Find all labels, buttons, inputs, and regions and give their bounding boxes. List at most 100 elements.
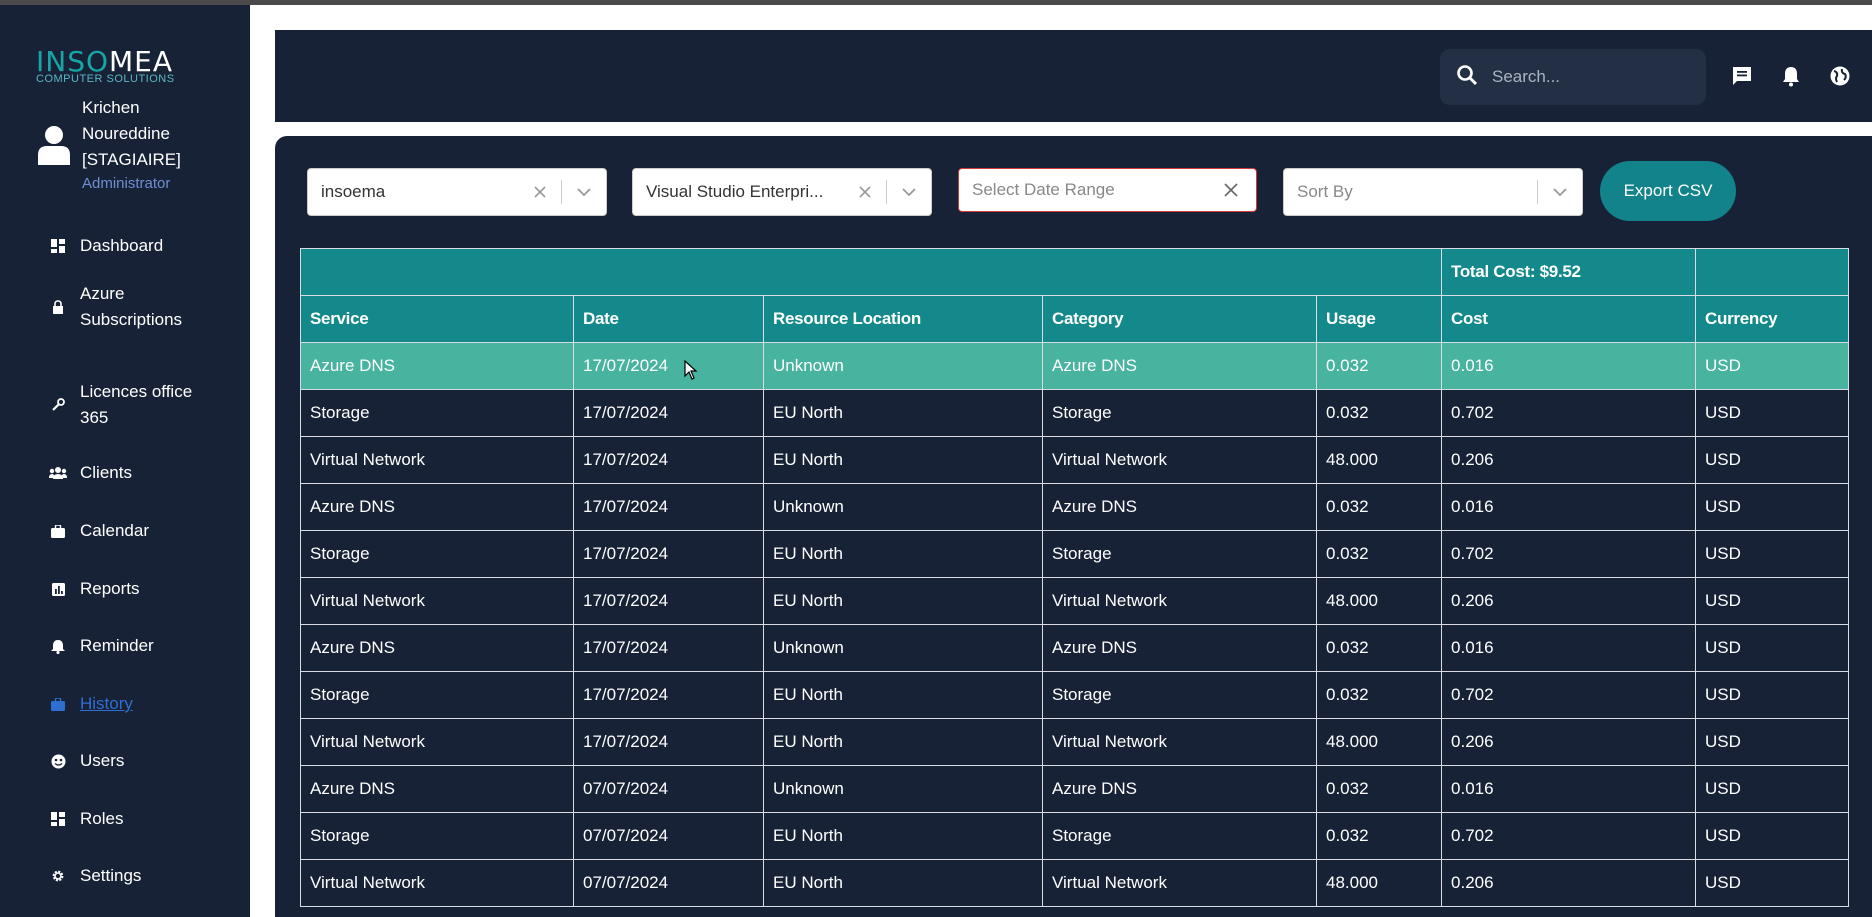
- chevron-down-icon[interactable]: [562, 187, 606, 197]
- cell-resource-location: EU North: [763, 530, 1043, 578]
- table-row[interactable]: Storage 07/07/2024 EU North Storage 0.032 0.7…: [300, 812, 1850, 860]
- sidebar-item-history[interactable]: History: [48, 691, 248, 717]
- export-csv-button[interactable]: Export CSV: [1600, 161, 1736, 221]
- column-header-usage[interactable]: Usage: [1315, 295, 1443, 343]
- sidebar-item-calendar[interactable]: Calendar: [48, 518, 248, 544]
- cell-cost: 0.016: [1441, 483, 1697, 531]
- clear-icon[interactable]: [529, 186, 551, 198]
- sidebar-item-reminder[interactable]: Reminder: [48, 633, 248, 659]
- sidebar-item-label: Licences office 365: [80, 382, 193, 427]
- sidebar-item-reports[interactable]: Reports: [48, 576, 248, 602]
- cell-cost: 0.016: [1441, 624, 1697, 672]
- sidebar-item-label: Azure Subscriptions: [80, 284, 183, 329]
- column-header-cost[interactable]: Cost: [1441, 295, 1697, 343]
- table-row[interactable]: Virtual Network 17/07/2024 EU North Virtual…: [300, 436, 1850, 484]
- cell-resource-location: EU North: [763, 436, 1043, 484]
- clear-icon[interactable]: [854, 186, 876, 198]
- sidebar: INSOMEA COMPUTER SOLUTIONS Krichen Noure…: [0, 5, 250, 917]
- cell-currency: USD: [1695, 765, 1850, 813]
- table-row[interactable]: Storage 17/07/2024 EU North Storage 0.032 0.7…: [300, 389, 1850, 437]
- search-box[interactable]: [1440, 49, 1706, 105]
- user-name: Krichen Noureddine [STAGIAIRE]: [82, 98, 181, 169]
- notification-bell-icon[interactable]: [1781, 65, 1801, 92]
- cell-category: Azure DNS: [1042, 342, 1317, 390]
- cell-date: 17/07/2024: [573, 718, 764, 766]
- cell-service: Virtual Network: [300, 577, 574, 625]
- table-row[interactable]: Virtual Network 07/07/2024 EU North Virtual…: [300, 859, 1850, 907]
- cell-date: 17/07/2024: [573, 624, 764, 672]
- chevron-down-icon[interactable]: [1538, 187, 1582, 197]
- chevron-down-icon[interactable]: [887, 187, 931, 197]
- cell-cost: 0.206: [1441, 859, 1697, 907]
- user-role: Administrator: [82, 175, 171, 192]
- cell-usage: 0.032: [1315, 530, 1443, 578]
- cell-usage: 0.032: [1315, 812, 1443, 860]
- cell-resource-location: Unknown: [763, 483, 1043, 531]
- wrench-icon: [48, 398, 68, 412]
- chat-icon[interactable]: [1731, 65, 1753, 92]
- sidebar-item-dashboard[interactable]: Dashboard: [48, 233, 248, 259]
- total-cost-spacer: [299, 248, 1443, 296]
- table-row[interactable]: Storage 17/07/2024 EU North Storage 0.032 0.7…: [300, 671, 1850, 719]
- cell-category: Azure DNS: [1042, 483, 1317, 531]
- sidebar-item-settings[interactable]: Settings: [48, 863, 248, 889]
- sidebar-item-clients[interactable]: Clients: [48, 460, 248, 486]
- cell-usage: 0.032: [1315, 765, 1443, 813]
- date-range-picker[interactable]: Select Date Range: [958, 168, 1257, 212]
- table-row[interactable]: Storage 17/07/2024 EU North Storage 0.032 0.7…: [300, 530, 1850, 578]
- sidebar-item-licences-office-365[interactable]: Licences office 365: [48, 379, 248, 431]
- table-row[interactable]: Azure DNS 17/07/2024 Unknown Azure DNS 0.032…: [300, 624, 1850, 672]
- column-header-category[interactable]: Category: [1042, 295, 1317, 343]
- table-row[interactable]: Virtual Network 17/07/2024 EU North Virtual…: [300, 718, 1850, 766]
- brand-logo[interactable]: INSOMEA COMPUTER SOLUTIONS: [36, 47, 216, 86]
- table-row[interactable]: Azure DNS 07/07/2024 Unknown Azure DNS 0.032…: [300, 765, 1850, 813]
- cell-service: Storage: [300, 530, 574, 578]
- sidebar-item-label: Users: [80, 751, 125, 770]
- total-cost-label: Total Cost: $9.52: [1441, 248, 1697, 296]
- cell-usage: 48.000: [1315, 436, 1443, 484]
- subscription-select[interactable]: Visual Studio Enterpri...: [632, 168, 932, 216]
- client-select[interactable]: insoema: [307, 168, 607, 216]
- search-input[interactable]: [1492, 67, 1682, 87]
- cell-date: 17/07/2024: [573, 577, 764, 625]
- cell-service: Virtual Network: [300, 859, 574, 907]
- sidebar-item-azure-subscriptions[interactable]: Azure Subscriptions: [48, 281, 248, 333]
- cell-currency: USD: [1695, 436, 1850, 484]
- clear-date-icon[interactable]: [1220, 183, 1242, 197]
- column-header-date[interactable]: Date: [573, 295, 764, 343]
- cell-cost: 0.206: [1441, 577, 1697, 625]
- table-row[interactable]: Azure DNS 17/07/2024 Unknown Azure DNS 0.032…: [300, 483, 1850, 531]
- cell-date: 07/07/2024: [573, 812, 764, 860]
- column-header-currency[interactable]: Currency: [1695, 295, 1850, 343]
- sort-by-select[interactable]: Sort By: [1283, 168, 1583, 216]
- globe-icon[interactable]: [1829, 65, 1851, 92]
- sidebar-item-roles[interactable]: Roles: [48, 806, 248, 832]
- cell-cost: 0.016: [1441, 765, 1697, 813]
- cell-category: Storage: [1042, 389, 1317, 437]
- cell-currency: USD: [1695, 624, 1850, 672]
- sidebar-item-label: Reports: [80, 579, 140, 598]
- sidebar-item-label: Calendar: [80, 521, 149, 540]
- user-avatar-icon: [36, 125, 72, 165]
- cell-resource-location: Unknown: [763, 624, 1043, 672]
- dashboard-icon: [48, 812, 68, 826]
- sidebar-item-label: Dashboard: [80, 236, 164, 255]
- cell-service: Azure DNS: [300, 483, 574, 531]
- table-row[interactable]: Virtual Network 17/07/2024 EU North Virtual…: [300, 577, 1850, 625]
- column-header-resource-location[interactable]: Resource Location: [763, 295, 1043, 343]
- total-cost-row: Total Cost: $9.52: [299, 248, 1850, 296]
- table-row[interactable]: Azure DNS 17/07/2024 Unknown Azure DNS 0.032…: [300, 342, 1850, 390]
- cell-currency: USD: [1695, 389, 1850, 437]
- cell-usage: 0.032: [1315, 624, 1443, 672]
- cell-date: 17/07/2024: [573, 483, 764, 531]
- cell-service: Storage: [300, 389, 574, 437]
- cell-usage: 0.032: [1315, 671, 1443, 719]
- cell-cost: 0.016: [1441, 342, 1697, 390]
- users-icon: [48, 467, 68, 479]
- cell-date: 17/07/2024: [573, 671, 764, 719]
- sidebar-item-label: Roles: [80, 809, 124, 828]
- column-header-service[interactable]: Service: [300, 295, 574, 343]
- cell-resource-location: EU North: [763, 718, 1043, 766]
- sidebar-item-users[interactable]: Users: [48, 748, 248, 774]
- cell-date: 17/07/2024: [573, 342, 764, 390]
